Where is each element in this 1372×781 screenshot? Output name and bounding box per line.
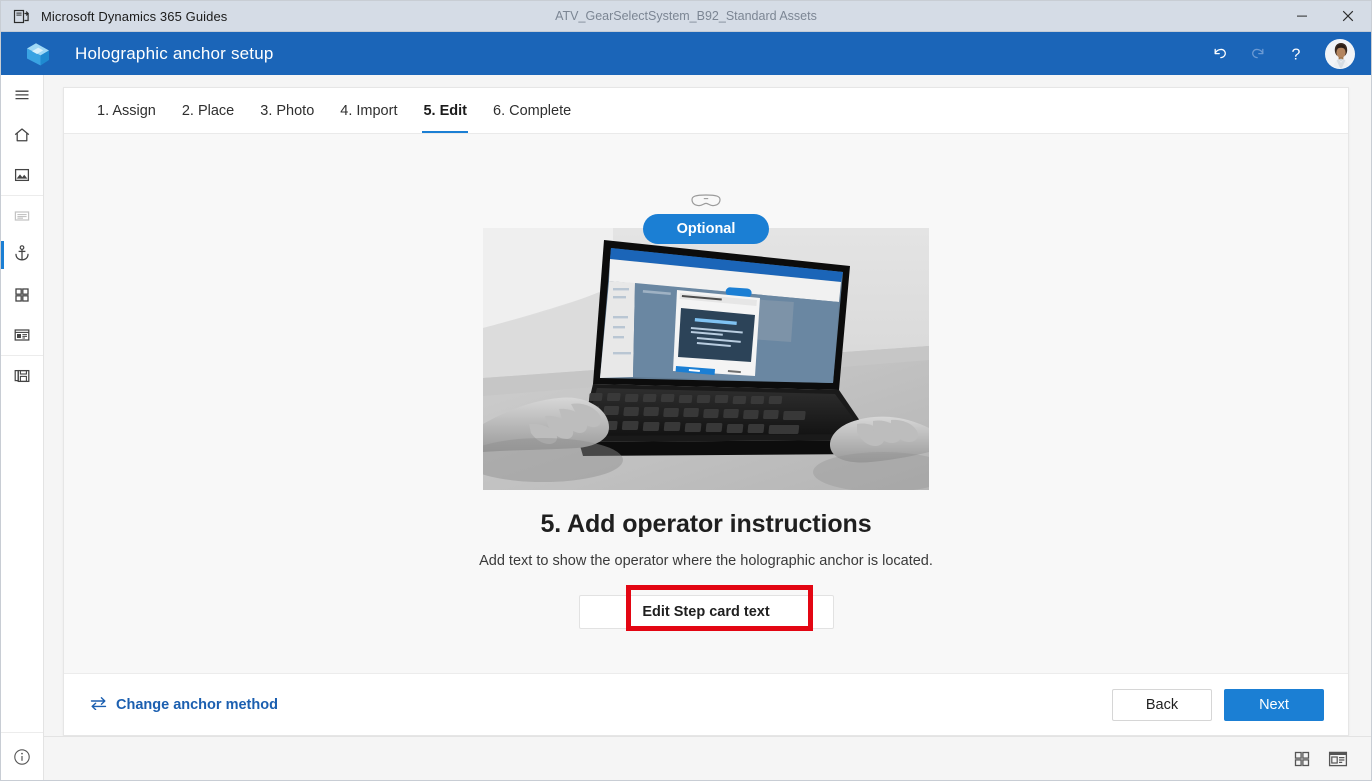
dynamics-365-guides-logo — [23, 39, 53, 69]
sidebar-item-anchor[interactable] — [1, 235, 43, 275]
grid-view-icon[interactable] — [1291, 748, 1313, 770]
tab-label: 5. Edit — [423, 102, 467, 119]
tab-import[interactable]: 4. Import — [327, 88, 410, 133]
undo-icon[interactable] — [1203, 37, 1237, 71]
detail-view-icon[interactable] — [1327, 748, 1349, 770]
wizard-card: 1. Assign 2. Place 3. Photo 4. Import 5.… — [63, 87, 1349, 736]
step-card-icon[interactable] — [1, 315, 43, 355]
hololens-headset-icon — [689, 192, 723, 210]
app-body: 1. Assign 2. Place 3. Photo 4. Import 5.… — [1, 75, 1371, 780]
change-anchor-method-label: Change anchor method — [116, 696, 278, 713]
menu-hamburger-icon[interactable] — [1, 75, 43, 115]
grid-apps-icon[interactable] — [1, 275, 43, 315]
rail-spacer — [1, 395, 43, 732]
status-badge: Optional — [642, 214, 770, 244]
step-content: Optional 5. Add operator instructions Ad… — [64, 134, 1348, 673]
tab-label: 6. Complete — [493, 102, 572, 119]
close-button[interactable] — [1325, 1, 1371, 32]
header-actions: ? — [1203, 37, 1355, 71]
anchor-icon — [12, 243, 32, 268]
outline-text-icon[interactable] — [1, 195, 43, 235]
edit-step-card-text-button[interactable]: Edit Step card text — [578, 595, 834, 629]
info-icon[interactable] — [1, 732, 43, 780]
dynamics-guides-app-icon — [13, 8, 30, 25]
tab-photo[interactable]: 3. Photo — [247, 88, 327, 133]
left-navigation-rail — [1, 75, 44, 780]
edit-button-row: Edit Step card text — [578, 585, 834, 631]
instruction-photo — [483, 228, 929, 490]
change-anchor-method-link[interactable]: Change anchor method — [90, 696, 278, 714]
user-avatar[interactable] — [1325, 38, 1355, 69]
page-title: Holographic anchor setup — [75, 43, 274, 63]
svg-text:?: ? — [1292, 46, 1301, 63]
tab-place[interactable]: 2. Place — [169, 88, 247, 133]
redo-icon[interactable] — [1241, 37, 1275, 71]
save-copy-icon[interactable] — [1, 355, 43, 395]
tab-assign[interactable]: 1. Assign — [84, 88, 169, 133]
status-bar-actions — [1291, 748, 1349, 770]
next-button[interactable]: Next — [1224, 688, 1324, 721]
footer-buttons: Back Next — [1112, 688, 1324, 721]
back-button[interactable]: Back — [1112, 688, 1212, 721]
app-header: Holographic anchor setup ? — [1, 32, 1371, 75]
step-subheading: Add text to show the operator where the … — [479, 553, 933, 569]
app-name-label: Microsoft Dynamics 365 Guides — [41, 8, 228, 24]
window-controls — [1279, 1, 1371, 32]
app-window: Microsoft Dynamics 365 Guides ATV_GearSe… — [0, 0, 1372, 781]
tab-label: 1. Assign — [97, 102, 156, 119]
swap-arrows-icon — [90, 696, 107, 714]
title-bar: Microsoft Dynamics 365 Guides ATV_GearSe… — [1, 1, 1371, 32]
tab-edit[interactable]: 5. Edit — [410, 88, 480, 133]
tab-active-underline — [422, 130, 468, 133]
status-bar — [44, 736, 1371, 780]
main-region: 1. Assign 2. Place 3. Photo 4. Import 5.… — [44, 75, 1371, 780]
tab-label: 3. Photo — [260, 102, 315, 119]
tab-label: 2. Place — [181, 102, 235, 119]
minimize-button[interactable] — [1279, 1, 1325, 32]
help-question-icon[interactable]: ? — [1279, 37, 1313, 71]
tab-label: 4. Import — [340, 102, 398, 119]
media-image-icon[interactable] — [1, 155, 43, 195]
step-heading: 5. Add operator instructions — [540, 510, 872, 538]
page-area: 1. Assign 2. Place 3. Photo 4. Import 5.… — [44, 75, 1371, 736]
wizard-footer: Change anchor method Back Next — [64, 673, 1348, 735]
tab-complete[interactable]: 6. Complete — [480, 88, 584, 133]
wizard-step-tabs: 1. Assign 2. Place 3. Photo 4. Import 5.… — [64, 88, 1348, 134]
home-icon[interactable] — [1, 115, 43, 155]
